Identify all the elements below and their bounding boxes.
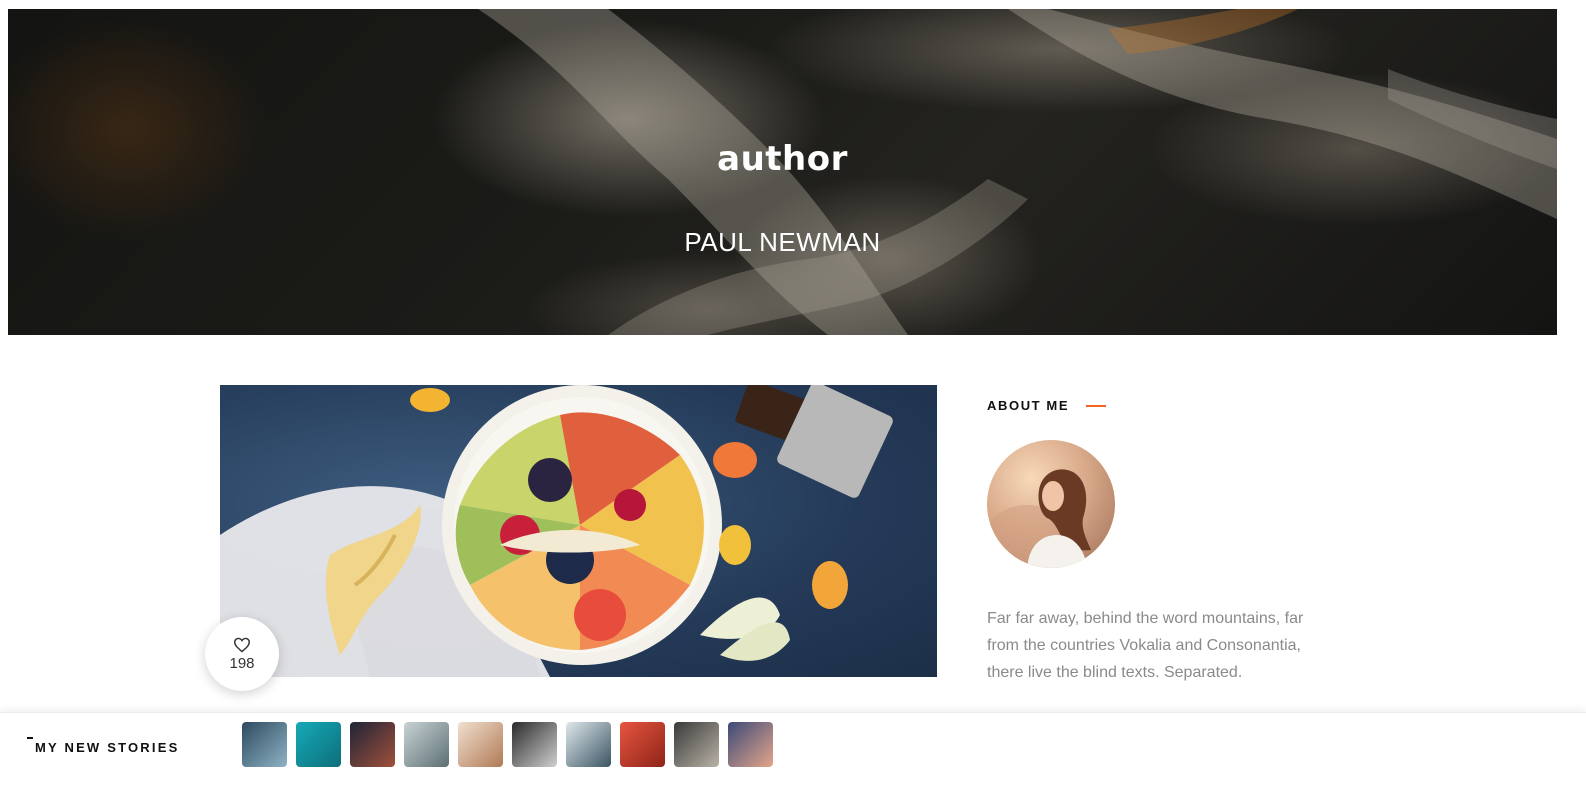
story-thumb-9[interactable]	[674, 722, 719, 767]
story-thumb-2[interactable]	[296, 722, 341, 767]
about-me-text: Far far away, behind the word mountains,…	[987, 610, 1304, 681]
heart-icon	[233, 637, 251, 653]
story-thumb-5[interactable]	[458, 722, 503, 767]
like-count: 198	[229, 654, 255, 672]
story-thumb-8[interactable]	[620, 722, 665, 767]
story-thumb-7[interactable]	[566, 722, 611, 767]
page-title: author	[717, 139, 848, 179]
stories-bar: MY NEW STORIES	[0, 712, 1586, 789]
avatar	[987, 440, 1115, 568]
story-thumb-6[interactable]	[512, 722, 557, 767]
hero-banner: author PAUL NEWMAN	[8, 9, 1557, 335]
fruit-plate-image	[220, 385, 893, 677]
story-thumb-1[interactable]	[242, 722, 287, 767]
story-thumbnails	[242, 722, 773, 767]
stories-dash	[27, 737, 33, 739]
story-thumb-3[interactable]	[350, 722, 395, 767]
story-thumb-4[interactable]	[404, 722, 449, 767]
heading-accent-line	[1086, 405, 1106, 407]
like-button[interactable]: 198	[205, 617, 279, 691]
about-me-heading: ABOUT ME	[987, 398, 1070, 413]
avatar-portrait	[987, 469, 1091, 568]
author-name: PAUL NEWMAN	[684, 227, 881, 257]
stories-label: MY NEW STORIES	[35, 740, 180, 755]
featured-post-image[interactable]	[220, 385, 937, 677]
story-thumb-10[interactable]	[728, 722, 773, 767]
